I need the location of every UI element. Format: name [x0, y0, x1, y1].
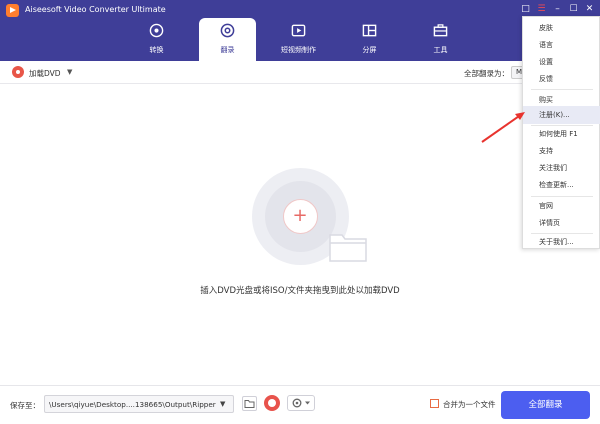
menu-item-feedback[interactable]: 反馈	[523, 70, 600, 88]
menu-item-about[interactable]: 关于我们...	[523, 233, 600, 251]
minimize-icon[interactable]: –	[551, 3, 564, 16]
folder-open-icon	[244, 400, 255, 408]
menu-item-support[interactable]: 支持	[523, 142, 600, 160]
chevron-down-icon[interactable]: ▼	[67, 68, 72, 76]
tab-label: 分屏	[362, 46, 377, 54]
menu-icon[interactable]: ☰	[535, 3, 548, 16]
mv-icon	[291, 24, 306, 37]
folder-icon	[329, 234, 367, 262]
tab-label: 翻录	[220, 46, 235, 54]
merge-label: 合并为一个文件	[443, 400, 496, 409]
app-title: Aiseesoft Video Converter Ultimate	[25, 5, 166, 14]
ripper-icon	[220, 23, 235, 38]
window-controls: □ ☰ – ☐ ✕	[519, 3, 596, 16]
settings-button[interactable]	[287, 395, 315, 411]
tab-label: 转换	[149, 46, 164, 54]
app-logo-icon	[6, 4, 19, 17]
close-icon[interactable]: ✕	[583, 3, 596, 16]
rip-all-to-label: 全部翻录为：	[464, 69, 509, 78]
tab-collage[interactable]: 分屏	[341, 18, 398, 61]
title-bar: Aiseesoft Video Converter Ultimate □ ☰ –…	[0, 0, 600, 61]
main-menu-dropdown: 皮肤 语言 设置 反馈 购买 注册(K)... 如何使用 F1 支持 关注我们 …	[522, 16, 600, 249]
tab-ripper[interactable]: 翻录	[199, 18, 256, 61]
plus-icon: +	[292, 205, 308, 226]
load-dvd-button[interactable]: 加载DVD	[29, 68, 61, 79]
menu-item-register[interactable]: 注册(K)...	[523, 106, 600, 124]
bottom-bar: 保存至： \Users\qiyue\Desktop....138665\Outp…	[0, 385, 600, 424]
collage-icon	[362, 24, 377, 37]
add-disc-button[interactable]: +	[283, 199, 318, 234]
open-folder-button[interactable]	[242, 396, 257, 411]
menu-item-check-update[interactable]: 检查更新...	[523, 176, 600, 194]
rip-all-button[interactable]: 全部翻录	[501, 391, 590, 419]
merge-checkbox[interactable]	[430, 399, 439, 408]
feedback-icon[interactable]: □	[519, 3, 532, 16]
menu-divider	[531, 89, 593, 90]
output-path-value: \Users\qiyue\Desktop....138665\Output\Ri…	[49, 400, 216, 409]
menu-item-settings[interactable]: 设置	[523, 53, 600, 71]
tab-label: 短视频制作	[281, 46, 316, 54]
chevron-down-icon[interactable]: ▼	[220, 400, 225, 408]
menu-item-details-page[interactable]: 详情页	[523, 214, 600, 232]
menu-item-skin[interactable]: 皮肤	[523, 19, 600, 37]
maximize-icon[interactable]: ☐	[567, 3, 580, 16]
gear-icon	[292, 398, 310, 408]
hardware-acceleration-icon[interactable]	[264, 395, 280, 411]
main-tabs: 转换 翻录 短视频制作 分屏 工具	[128, 18, 483, 61]
save-to-label: 保存至：	[10, 401, 40, 410]
menu-item-how-to-use[interactable]: 如何使用 F1	[523, 125, 600, 143]
tab-toolbox[interactable]: 工具	[412, 18, 469, 61]
menu-item-official-site[interactable]: 官网	[523, 197, 600, 215]
output-path-field[interactable]: \Users\qiyue\Desktop....138665\Output\Ri…	[44, 395, 234, 413]
convert-icon	[149, 23, 164, 38]
tab-mv[interactable]: 短视频制作	[270, 18, 327, 61]
tab-convert[interactable]: 转换	[128, 18, 185, 61]
dvd-disc-icon[interactable]	[12, 66, 24, 78]
menu-item-follow-us[interactable]: 关注我们	[523, 159, 600, 177]
ripper-toolbar: 加载DVD ▼ 全部翻录为： M	[0, 61, 600, 84]
drop-hint-text: 插入DVD光盘或将ISO/文件夹拖曳到此处以加载DVD	[200, 286, 400, 296]
annotation-arrow-icon	[481, 112, 525, 143]
toolbox-icon	[433, 24, 448, 37]
tab-label: 工具	[433, 46, 448, 54]
menu-item-language[interactable]: 语言	[523, 36, 600, 54]
